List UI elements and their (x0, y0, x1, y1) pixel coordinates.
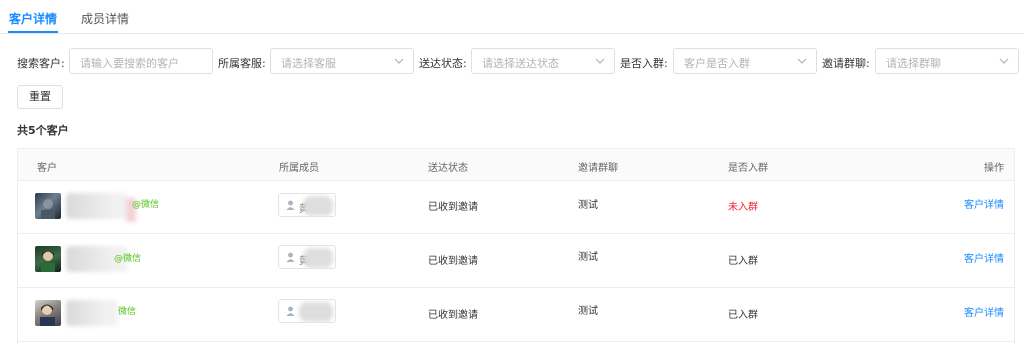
active-tab-indicator (8, 31, 58, 33)
total-customers-count: 共5个客户 (17, 124, 69, 137)
tab-bar: 客户详情 成员详情 (0, 0, 1024, 34)
reset-button[interactable]: 重置 (17, 85, 63, 109)
joined-group-select[interactable]: 客户是否入群 (673, 48, 817, 74)
header-member: 所属成员 (279, 163, 319, 174)
chevron-down-icon (999, 56, 1009, 66)
joined-status: 已入群 (728, 256, 758, 267)
table-row: @微信 黄 已收到邀请 测试 未入群 客户详情 (18, 180, 1014, 234)
send-status-placeholder: 请选择送达状态 (482, 57, 559, 70)
send-status-label: 送达状态: (419, 57, 467, 70)
user-icon (286, 252, 295, 265)
user-icon (286, 200, 295, 213)
search-customer-placeholder: 请输入要搜索的客户 (80, 57, 179, 70)
member-chip[interactable]: 黄 (278, 193, 336, 217)
send-status: 已收到邀请 (428, 310, 478, 321)
chevron-down-icon (595, 56, 605, 66)
header-send-status: 送达状态 (428, 163, 468, 174)
member-name-blurred (299, 302, 333, 322)
staff-label: 所属客服: (218, 57, 266, 70)
invite-group-label: 邀请群聊: (822, 57, 870, 70)
header-action: 操作 (984, 163, 1004, 174)
header-invite-group: 邀请群聊 (578, 163, 618, 174)
customer-details-link[interactable]: 客户详情 (964, 304, 1004, 319)
search-customer-input[interactable]: 请输入要搜索的客户 (69, 48, 213, 74)
joined-group-placeholder: 客户是否入群 (684, 57, 750, 70)
invite-group: 测试 (578, 200, 598, 211)
send-status: 已收到邀请 (428, 256, 478, 267)
wechat-tag: @微信 (114, 254, 142, 264)
staff-placeholder: 请选择客服 (281, 57, 336, 70)
invite-group: 测试 (578, 306, 598, 317)
joined-status: 已入群 (728, 310, 758, 321)
wechat-tag: 微信 (118, 307, 137, 317)
user-icon (286, 306, 295, 319)
header-joined: 是否入群 (728, 163, 768, 174)
member-name-blurred (303, 248, 333, 268)
tab-customer-details[interactable]: 客户详情 (9, 10, 57, 27)
customer-table: 客户 所属成员 送达状态 邀请群聊 是否入群 操作 @微信 黄 已收到邀请 测试… (17, 148, 1015, 344)
invite-group-select[interactable]: 请选择群聊 (875, 48, 1019, 74)
customer-avatar (35, 246, 61, 272)
search-customer-label: 搜索客户: (17, 57, 65, 70)
table-row: 微信 已收到邀请 测试 已入群 客户详情 (18, 288, 1014, 342)
invite-group-placeholder: 请选择群聊 (886, 57, 941, 70)
joined-group-label: 是否入群: (620, 57, 668, 70)
joined-status: 未入群 (728, 202, 758, 213)
send-status-select[interactable]: 请选择送达状态 (471, 48, 615, 74)
customer-details-link[interactable]: 客户详情 (964, 250, 1004, 265)
table-header: 客户 所属成员 送达状态 邀请群聊 是否入群 操作 (18, 149, 1014, 181)
member-name-blurred (303, 196, 333, 216)
customer-name-blurred (66, 193, 128, 219)
tab-member-details[interactable]: 成员详情 (81, 10, 129, 27)
customer-avatar (35, 193, 61, 219)
table-row: @微信 黄 已收到邀请 测试 已入群 客户详情 (18, 234, 1014, 288)
member-chip[interactable] (278, 299, 336, 323)
chevron-down-icon (394, 56, 404, 66)
customer-name-blurred (66, 300, 118, 326)
customer-details-link[interactable]: 客户详情 (964, 196, 1004, 211)
chevron-down-icon (797, 56, 807, 66)
staff-select[interactable]: 请选择客服 (270, 48, 414, 74)
member-chip[interactable]: 黄 (278, 245, 336, 269)
header-customer: 客户 (37, 163, 57, 174)
wechat-tag: @微信 (132, 200, 160, 210)
invite-group: 测试 (578, 252, 598, 263)
send-status: 已收到邀请 (428, 202, 478, 213)
customer-avatar (35, 300, 61, 326)
